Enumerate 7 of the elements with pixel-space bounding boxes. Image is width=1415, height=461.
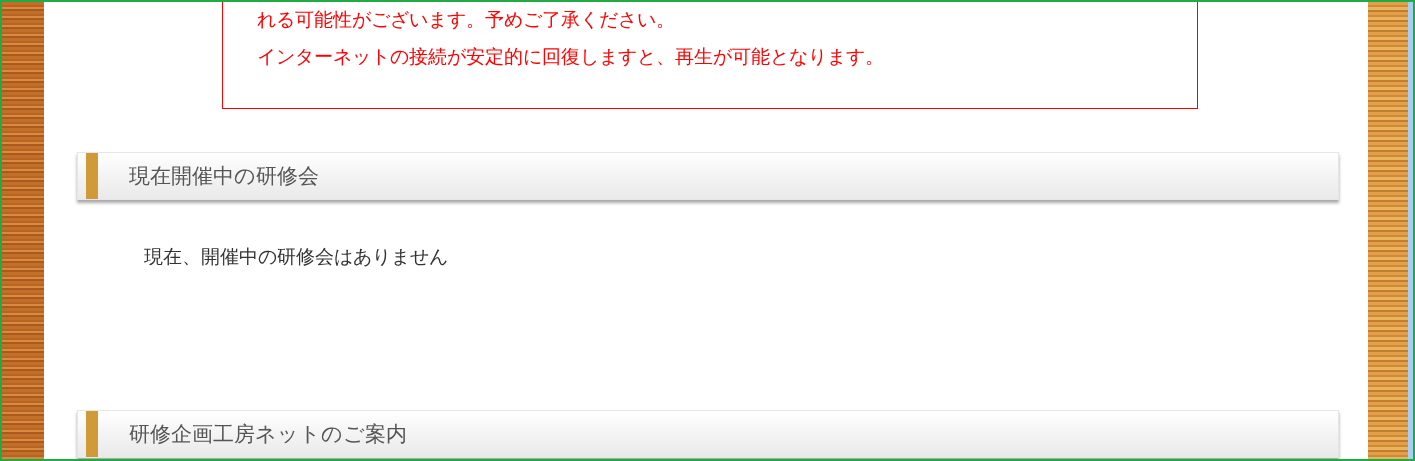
accent-bar: [86, 411, 98, 457]
notice-text: インターネットの接続が安定的に回復しますと、再生が可能となります。: [257, 44, 885, 69]
accent-bar: [86, 153, 98, 199]
section-heading: 現在開催中の研修会: [129, 163, 319, 190]
section-text: 現在、開催中の研修会はありません: [144, 244, 449, 269]
notice-text: れる可能性がございます。予めご了承ください。: [257, 7, 676, 32]
section-heading: 研修企画工房ネットのご案内: [129, 421, 407, 448]
